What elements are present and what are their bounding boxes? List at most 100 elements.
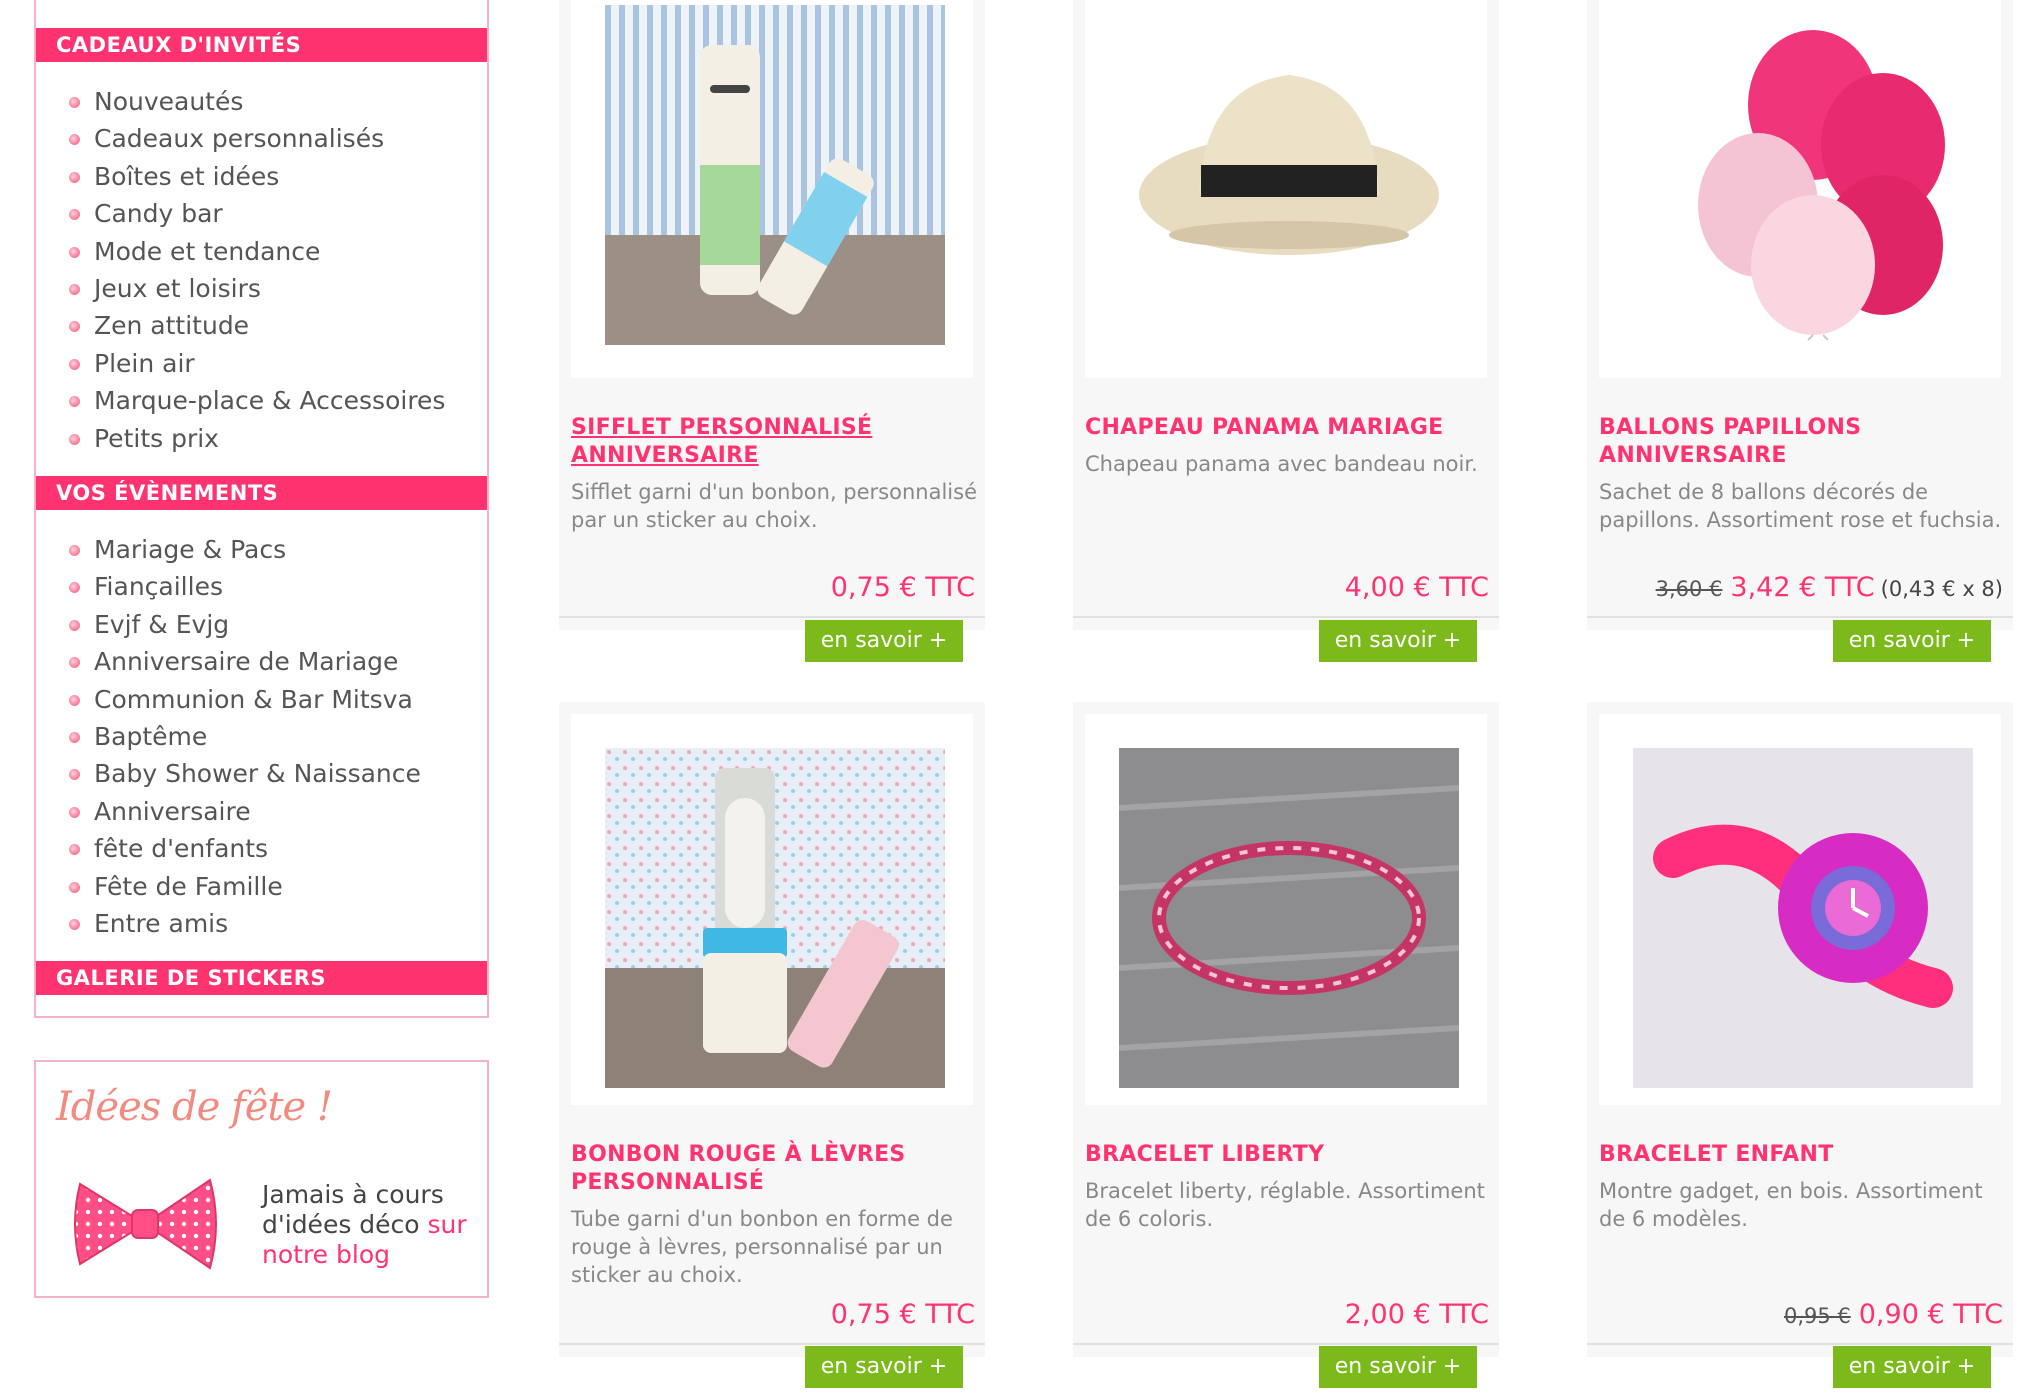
divider xyxy=(559,616,985,618)
product-title[interactable]: BRACELET ENFANT xyxy=(1599,1141,1999,1169)
bullet-icon xyxy=(69,171,80,183)
menu-item[interactable]: Mariage & Pacs xyxy=(36,531,487,568)
panama-hat-photo[interactable] xyxy=(1119,5,1459,345)
product-price: 0,95 €0,90 € TTC xyxy=(1783,1299,2003,1330)
menu-item[interactable]: fête d'enfants xyxy=(36,830,487,867)
product-info: SIFFLET PERSONNALISÉ ANNIVERSAIRE Siffle… xyxy=(559,390,985,630)
lipstick-candy-photo[interactable] xyxy=(605,748,945,1088)
product-description: Chapeau panama avec bandeau noir. xyxy=(1085,452,1478,476)
menu-item[interactable]: Fête de Famille xyxy=(36,868,487,905)
product-info: BRACELET LIBERTY Bracelet liberty, régla… xyxy=(1073,1117,1499,1357)
divider xyxy=(559,1343,985,1345)
menu-item[interactable]: Plein air xyxy=(36,345,487,382)
more-info-button[interactable]: en savoir + xyxy=(1319,620,1477,662)
menu-list-gifts: Nouveautés Cadeaux personnalisés Boîtes … xyxy=(36,83,487,457)
product-image-card[interactable] xyxy=(1587,0,2013,390)
divider xyxy=(1587,1343,2013,1345)
product-info: BONBON ROUGE À LÈVRES PERSONNALISÉ Tube … xyxy=(559,1117,985,1357)
menu-item[interactable]: Anniversaire xyxy=(36,793,487,830)
menu-item[interactable]: Jeux et loisirs xyxy=(36,270,487,307)
menu-item[interactable]: Candy bar xyxy=(36,195,487,232)
product-info: BRACELET ENFANT Montre gadget, en bois. … xyxy=(1587,1117,2013,1357)
bullet-icon xyxy=(69,358,80,370)
bullet-icon xyxy=(69,433,80,445)
more-info-button[interactable]: en savoir + xyxy=(1833,1346,1991,1388)
product-description: Sachet de 8 ballons décorés de papillons… xyxy=(1599,480,2002,532)
bullet-icon xyxy=(69,619,80,631)
bullet-icon xyxy=(69,321,80,333)
balloons-photo[interactable] xyxy=(1633,5,1973,345)
product-image-card[interactable] xyxy=(1073,0,1499,390)
product-image-card[interactable] xyxy=(1587,702,2013,1117)
menu-section-title[interactable]: GALERIE DE STICKERS xyxy=(36,961,487,995)
whistle-photo[interactable] xyxy=(605,5,945,345)
bullet-icon xyxy=(69,918,80,930)
bullet-icon xyxy=(69,806,80,818)
product-price: 0,75 € TTC xyxy=(830,572,975,603)
menu-item[interactable]: Zen attitude xyxy=(36,307,487,344)
menu-item[interactable]: Nouveautés xyxy=(36,83,487,120)
product-image-card[interactable] xyxy=(559,702,985,1117)
bullet-icon xyxy=(69,209,80,221)
product-price: 4,00 € TTC xyxy=(1344,572,1489,603)
more-info-button[interactable]: en savoir + xyxy=(1833,620,1991,662)
blog-text: Jamais à cours d'idées déco sur notre bl… xyxy=(262,1180,467,1269)
bullet-icon xyxy=(69,769,80,781)
bow-tie-icon xyxy=(74,1178,217,1270)
divider xyxy=(1587,616,2013,618)
menu-item[interactable]: Baby Shower & Naissance xyxy=(36,755,487,792)
product-title[interactable]: BRACELET LIBERTY xyxy=(1085,1141,1485,1169)
divider xyxy=(1073,1343,1499,1345)
bullet-icon xyxy=(69,694,80,706)
bullet-icon xyxy=(69,582,80,594)
bullet-icon xyxy=(69,881,80,893)
bullet-icon xyxy=(69,844,80,856)
bullet-icon xyxy=(69,283,80,295)
product-info: BALLONS PAPILLONS ANNIVERSAIRE Sachet de… xyxy=(1587,390,2013,630)
bullet-icon xyxy=(69,396,80,408)
menu-section-title[interactable]: CADEAUX D'INVITÉS xyxy=(36,28,487,62)
menu-item[interactable]: Mode et tendance xyxy=(36,233,487,270)
product-title[interactable]: BALLONS PAPILLONS ANNIVERSAIRE xyxy=(1599,414,1999,470)
kid-watch-photo[interactable] xyxy=(1633,748,1973,1088)
product-description: Sifflet garni d'un bonbon, personnalisé … xyxy=(571,480,977,532)
product-price: 3,60 €3,42 € TTC (0,43 € x 8) xyxy=(1655,572,2003,603)
product-title[interactable]: SIFFLET PERSONNALISÉ ANNIVERSAIRE xyxy=(571,414,971,470)
menu-item[interactable]: Anniversaire de Mariage xyxy=(36,643,487,680)
product-info: CHAPEAU PANAMA MARIAGE Chapeau panama av… xyxy=(1073,390,1499,630)
product-image-card[interactable] xyxy=(559,0,985,390)
bullet-icon xyxy=(69,134,80,146)
bullet-icon xyxy=(69,731,80,743)
menu-item[interactable]: Boîtes et idées xyxy=(36,158,487,195)
menu-item[interactable]: Fiançailles xyxy=(36,568,487,605)
menu-item[interactable]: Communion & Bar Mitsva xyxy=(36,681,487,718)
product-description: Tube garni d'un bonbon en forme de rouge… xyxy=(571,1207,953,1287)
bullet-icon xyxy=(69,545,80,556)
product-title[interactable]: BONBON ROUGE À LÈVRES PERSONNALISÉ xyxy=(571,1141,971,1197)
menu-item[interactable]: Evjf & Evjg xyxy=(36,606,487,643)
bullet-icon xyxy=(69,246,80,258)
bullet-icon xyxy=(69,97,80,108)
more-info-button[interactable]: en savoir + xyxy=(805,620,963,662)
menu-item[interactable]: Cadeaux personnalisés xyxy=(36,120,487,157)
category-menu: CADEAUX D'INVITÉS Nouveautés Cadeaux per… xyxy=(34,0,489,1018)
menu-section-title[interactable]: VOS ÉVÈNEMENTS xyxy=(36,476,487,510)
more-info-button[interactable]: en savoir + xyxy=(805,1346,963,1388)
menu-list-events: Mariage & Pacs Fiançailles Evjf & Evjg A… xyxy=(36,531,487,942)
product-price: 2,00 € TTC xyxy=(1344,1299,1489,1330)
product-description: Montre gadget, en bois. Assortiment de 6… xyxy=(1599,1179,1983,1231)
menu-item[interactable]: Baptême xyxy=(36,718,487,755)
menu-item[interactable]: Entre amis xyxy=(36,905,487,942)
menu-item[interactable]: Marque-place & Accessoires xyxy=(36,382,487,419)
product-price: 0,75 € TTC xyxy=(830,1299,975,1330)
liberty-bracelet-photo[interactable] xyxy=(1119,748,1459,1088)
blog-promo: Idées de fête ! Jamais à cours d'idées d… xyxy=(34,1060,489,1298)
product-description: Bracelet liberty, réglable. Assortiment … xyxy=(1085,1179,1485,1231)
divider xyxy=(1073,616,1499,618)
blog-title: Idées de fête ! xyxy=(56,1084,333,1130)
product-title[interactable]: CHAPEAU PANAMA MARIAGE xyxy=(1085,414,1485,442)
menu-item[interactable]: Petits prix xyxy=(36,420,487,457)
bullet-icon xyxy=(69,657,80,669)
product-image-card[interactable] xyxy=(1073,702,1499,1117)
more-info-button[interactable]: en savoir + xyxy=(1319,1346,1477,1388)
